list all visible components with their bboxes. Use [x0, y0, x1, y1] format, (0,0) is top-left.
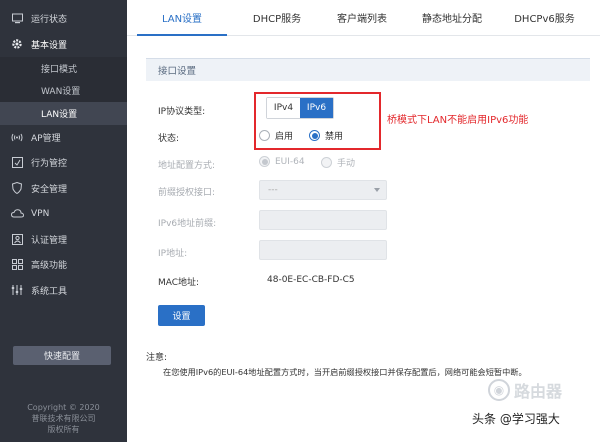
tab-dhcp-service[interactable]: DHCP服务 — [237, 0, 317, 35]
note-title: 注意: — [146, 353, 168, 363]
sidebar-subitem-label: LAN设置 — [41, 109, 78, 120]
ipv6-prefix-label: IPv6地址前缀: — [158, 219, 217, 229]
watermark-caption: 头条 @学习强大 — [472, 412, 560, 426]
sidebar-item-label: VPN — [31, 208, 50, 219]
shield-icon — [10, 181, 24, 195]
sidebar-item-basic-settings[interactable]: 基本设置 — [0, 32, 127, 58]
ip-address-label: IP地址: — [158, 249, 188, 259]
sidebar-item-label: 高级功能 — [31, 261, 68, 272]
ip-address-input[interactable] — [259, 240, 387, 260]
sidebar-item-label: 行为管控 — [31, 159, 68, 170]
tab-bar: LAN设置 DHCP服务 客户端列表 静态地址分配 DHCPv6服务 — [127, 0, 600, 36]
radio-circle — [321, 157, 332, 168]
sidebar-item-label: 安全管理 — [31, 184, 68, 195]
radio-circle-selected — [259, 156, 270, 167]
watermark-logo: ◉ 路由器 — [488, 377, 588, 403]
sidebar-subitem-lan[interactable]: LAN设置 — [0, 102, 127, 125]
chevron-down-icon — [374, 188, 380, 192]
addr-mode-label: 地址配置方式: — [158, 161, 216, 171]
sidebar-item-security[interactable]: 安全管理 — [0, 176, 127, 202]
sidebar-item-system-tools[interactable]: 系统工具 — [0, 278, 127, 304]
manual-radio[interactable]: 手动 — [321, 156, 355, 169]
select-value: --- — [268, 185, 278, 195]
sidebar-item-behavior[interactable]: 行为管控 — [0, 150, 127, 176]
ip-type-label: IP协议类型: — [158, 107, 206, 117]
section-title: 接口设置 — [146, 58, 590, 81]
sidebar-item-ap[interactable]: AP管理 — [0, 125, 127, 151]
sidebar-item-label: 系统工具 — [31, 286, 68, 297]
radio-label: EUI-64 — [275, 156, 305, 167]
mac-value: 48-0E-EC-CB-FD-C5 — [267, 275, 355, 285]
sidebar-item-label: 运行状态 — [31, 15, 68, 26]
copyright-line: 普联技术有限公司 — [31, 414, 96, 423]
signal-icon — [10, 130, 24, 144]
quick-config-button[interactable]: 快速配置 — [13, 346, 111, 365]
tab-client-list[interactable]: 客户端列表 — [317, 0, 407, 35]
tab-static-address[interactable]: 静态地址分配 — [407, 0, 497, 35]
eui64-radio[interactable]: EUI-64 — [259, 156, 305, 167]
gear-icon — [10, 37, 24, 51]
prefix-iface-select[interactable]: --- — [259, 180, 387, 200]
sidebar-subitem-label: WAN设置 — [41, 87, 81, 98]
sidebar-item-label: AP管理 — [31, 133, 61, 144]
sidebar-item-vpn[interactable]: VPN — [0, 201, 127, 227]
sidebar-item-status[interactable]: 运行状态 — [0, 6, 127, 32]
annotation-text: 桥模式下LAN不能启用IPv6功能 — [387, 115, 529, 126]
copyright-line: Copyright © 2020 — [27, 403, 100, 412]
behavior-icon — [10, 156, 24, 170]
sidebar-subitem-interface-mode[interactable]: 接口模式 — [0, 57, 127, 80]
sidebar-item-advanced[interactable]: 高级功能 — [0, 252, 127, 278]
sidebar-item-label: 认证管理 — [31, 235, 68, 246]
prefix-iface-label: 前缀授权接口: — [158, 188, 216, 198]
grid-icon — [10, 258, 24, 272]
monitor-icon — [10, 12, 24, 26]
cloud-icon — [10, 207, 24, 221]
sidebar-item-label: 基本设置 — [31, 40, 68, 51]
status-label: 状态: — [158, 134, 180, 144]
tab-dhcpv6-service[interactable]: DHCPv6服务 — [497, 0, 592, 35]
save-button[interactable]: 设置 — [158, 305, 205, 326]
auth-icon — [10, 232, 24, 246]
mac-label: MAC地址: — [158, 278, 200, 288]
router-logo-icon: ◉ — [488, 379, 510, 401]
sidebar-subitem-label: 接口模式 — [41, 64, 78, 75]
sidebar: 运行状态 基本设置 接口模式 WAN设置 LAN设置 AP管理 行为管控 安全管… — [0, 0, 127, 442]
tools-icon — [10, 283, 24, 297]
watermark-logo-text: 路由器 — [514, 382, 563, 401]
sidebar-subitem-wan[interactable]: WAN设置 — [0, 79, 127, 102]
ipv6-prefix-input[interactable] — [259, 210, 387, 230]
note-text: 在您使用IPv6的EUI-64地址配置方式时，当开启前缀授权接口并保存配置后，网… — [163, 367, 527, 377]
annotation-box — [254, 92, 381, 150]
sidebar-item-auth[interactable]: 认证管理 — [0, 227, 127, 253]
radio-label: 手动 — [337, 159, 356, 169]
copyright-line: 版权所有 — [47, 425, 80, 434]
copyright: Copyright © 2020 普联技术有限公司 版权所有 — [0, 402, 127, 435]
tab-lan-settings[interactable]: LAN设置 — [127, 0, 237, 36]
